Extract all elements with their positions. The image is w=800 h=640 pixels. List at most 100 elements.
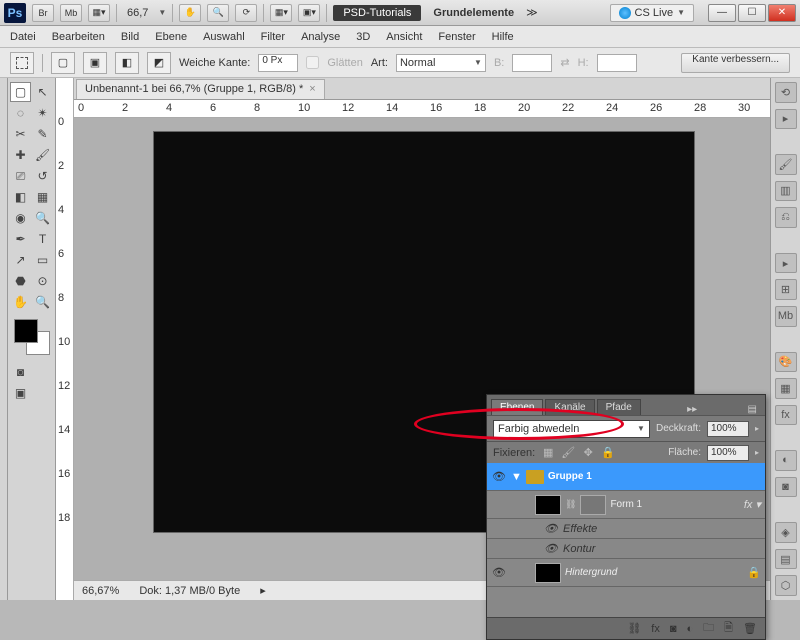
styles-panel-icon[interactable]: fx [775,405,797,426]
hand-tool-button[interactable]: ✋ [179,4,201,22]
minibridge-button[interactable]: Mb [60,4,82,22]
menu-analyse[interactable]: Analyse [301,31,340,43]
hand-tool[interactable]: ✋ [10,292,31,312]
actions-panel-icon[interactable]: ▸ [775,109,797,130]
selection-new-button[interactable]: ▢ [51,52,75,74]
gradient-tool[interactable]: ▦ [32,187,53,207]
healing-tool[interactable]: ✚ [10,145,31,165]
cslive-button[interactable]: CS Live ▼ [610,4,694,22]
stamp-tool[interactable]: ⎚ [10,166,31,186]
selection-intersect-button[interactable]: ◩ [147,52,171,74]
opacity-input[interactable]: 100% [707,421,749,437]
layer-item[interactable]: 👁 Hintergrund 🔒 [487,559,765,587]
dodge-tool[interactable]: 🔍 [32,208,53,228]
menu-ebene[interactable]: Ebene [155,31,187,43]
3d-camera-tool[interactable]: ⊙ [32,271,53,291]
menu-fenster[interactable]: Fenster [438,31,475,43]
layer-group[interactable]: 👁 ▼ Gruppe 1 [487,463,765,491]
feather-input[interactable]: 0 Px [258,54,298,72]
visibility-icon[interactable]: 👁 [491,469,507,485]
navigator-panel-icon[interactable]: ▸ [775,253,797,274]
new-layer-icon[interactable]: 🗎 [724,619,733,638]
adjustment-layer-icon[interactable]: ◐ [687,623,694,635]
fx-badge[interactable]: fx ▾ [744,498,761,511]
workspace-switcher[interactable]: Grundelemente [427,7,520,19]
shape-tool[interactable]: ▭ [32,250,53,270]
status-menu-icon[interactable]: ▸ [260,584,266,597]
link-icon[interactable]: ⛓ [565,499,576,510]
menu-hilfe[interactable]: Hilfe [492,31,514,43]
swatches-panel-icon[interactable]: ▦ [775,378,797,399]
status-docinfo[interactable]: Dok: 1,37 MB/0 Byte [139,585,240,597]
lock-all-icon[interactable]: 🔒 [601,446,615,460]
visibility-icon[interactable]: 👁 [543,521,559,537]
zoom-value[interactable]: 66,7 [123,7,152,19]
panel-menu-icon[interactable]: ▤ [744,404,761,415]
clonesource-panel-icon[interactable]: ⎌ [775,207,797,228]
color-swatch[interactable] [14,319,50,355]
arrange-button[interactable]: ▦▾ [270,4,292,22]
blend-mode-select[interactable]: Farbig abwedeln▼ [493,420,650,438]
history-panel-icon[interactable]: ⟲ [775,82,797,103]
tab-pfade[interactable]: Pfade [597,399,641,415]
visibility-icon[interactable]: 👁 [543,541,559,557]
fill-slider-icon[interactable]: ▸ [755,448,759,457]
tab-kanaele[interactable]: Kanäle [545,399,594,415]
menu-bearbeiten[interactable]: Bearbeiten [52,31,105,43]
refine-edge-button[interactable]: Kante verbessern... [681,53,790,73]
layer-item[interactable]: 👁 ⛓ Form 1 fx ▾ [487,491,765,519]
selection-subtract-button[interactable]: ◧ [115,52,139,74]
zoom-tool-button[interactable]: 🔍 [207,4,229,22]
layer-thumbnail[interactable] [535,563,561,583]
crop-tool[interactable]: ✂ [10,124,31,144]
info-panel-icon[interactable]: ⊞ [775,279,797,300]
brush-tool[interactable]: 🖌 [32,145,53,165]
maximize-button[interactable]: ☐ [738,4,766,22]
marquee-tool[interactable]: ▢ [10,82,31,102]
layer-effects-header[interactable]: 👁 Effekte [487,519,765,539]
status-zoom[interactable]: 66,67% [82,585,119,597]
history-brush-tool[interactable]: ↺ [32,166,53,186]
layer-name[interactable]: Hintergrund [565,567,743,578]
magic-wand-tool[interactable]: ✴ [32,103,53,123]
menu-3d[interactable]: 3D [356,31,370,43]
layers-panel-icon[interactable]: ◈ [775,522,797,543]
tool-preset-button[interactable] [10,52,34,74]
workspace-name[interactable]: PSD-Tutorials [333,5,421,21]
minibridge-panel-icon[interactable]: Mb [775,306,797,327]
type-tool[interactable]: T [32,229,53,249]
chevron-right-icon[interactable]: ≫ [526,6,538,19]
menu-bild[interactable]: Bild [121,31,139,43]
channels-panel-icon[interactable]: ▤ [775,549,797,570]
eraser-tool[interactable]: ◧ [10,187,31,207]
masks-panel-icon[interactable]: ◙ [775,477,797,498]
screenmode-tool[interactable]: ▣ [10,383,31,403]
minimize-button[interactable]: — [708,4,736,22]
brushpresets-panel-icon[interactable]: ▥ [775,181,797,202]
rotate-view-button[interactable]: ⟳ [235,4,257,22]
tab-ebenen[interactable]: Ebenen [491,399,543,415]
close-button[interactable]: ✕ [768,4,796,22]
layer-style-icon[interactable]: fx [651,623,660,635]
layer-thumbnail[interactable] [535,495,561,515]
path-select-tool[interactable]: ↗ [10,250,31,270]
delete-layer-icon[interactable]: 🗑 [743,622,757,635]
layer-name[interactable]: Form 1 [610,499,739,510]
selection-add-button[interactable]: ▣ [83,52,107,74]
quickmask-button[interactable]: ◙ [10,362,31,382]
menu-ansicht[interactable]: Ansicht [386,31,422,43]
disclosure-icon[interactable]: ▼ [511,471,522,483]
color-panel-icon[interactable]: 🎨 [775,352,797,373]
layers-panel[interactable]: Ebenen Kanäle Pfade ▸▸ ▤ Farbig abwedeln… [486,394,766,640]
document-tab[interactable]: Unbenannt-1 bei 66,7% (Gruppe 1, RGB/8) … [76,79,325,99]
blur-tool[interactable]: ◉ [10,208,31,228]
style-select[interactable]: Normal▼ [396,54,486,72]
screenmode-button[interactable]: ▣▾ [298,4,320,22]
bridge-button[interactable]: Br [32,4,54,22]
view-extras-button[interactable]: ▦▾ [88,4,110,22]
eyedropper-tool[interactable]: ✎ [32,124,53,144]
menu-filter[interactable]: Filter [261,31,285,43]
new-group-icon[interactable]: 🗀 [703,619,714,638]
brush-panel-icon[interactable]: 🖌 [775,154,797,175]
lock-image-icon[interactable]: 🖌 [561,446,575,460]
